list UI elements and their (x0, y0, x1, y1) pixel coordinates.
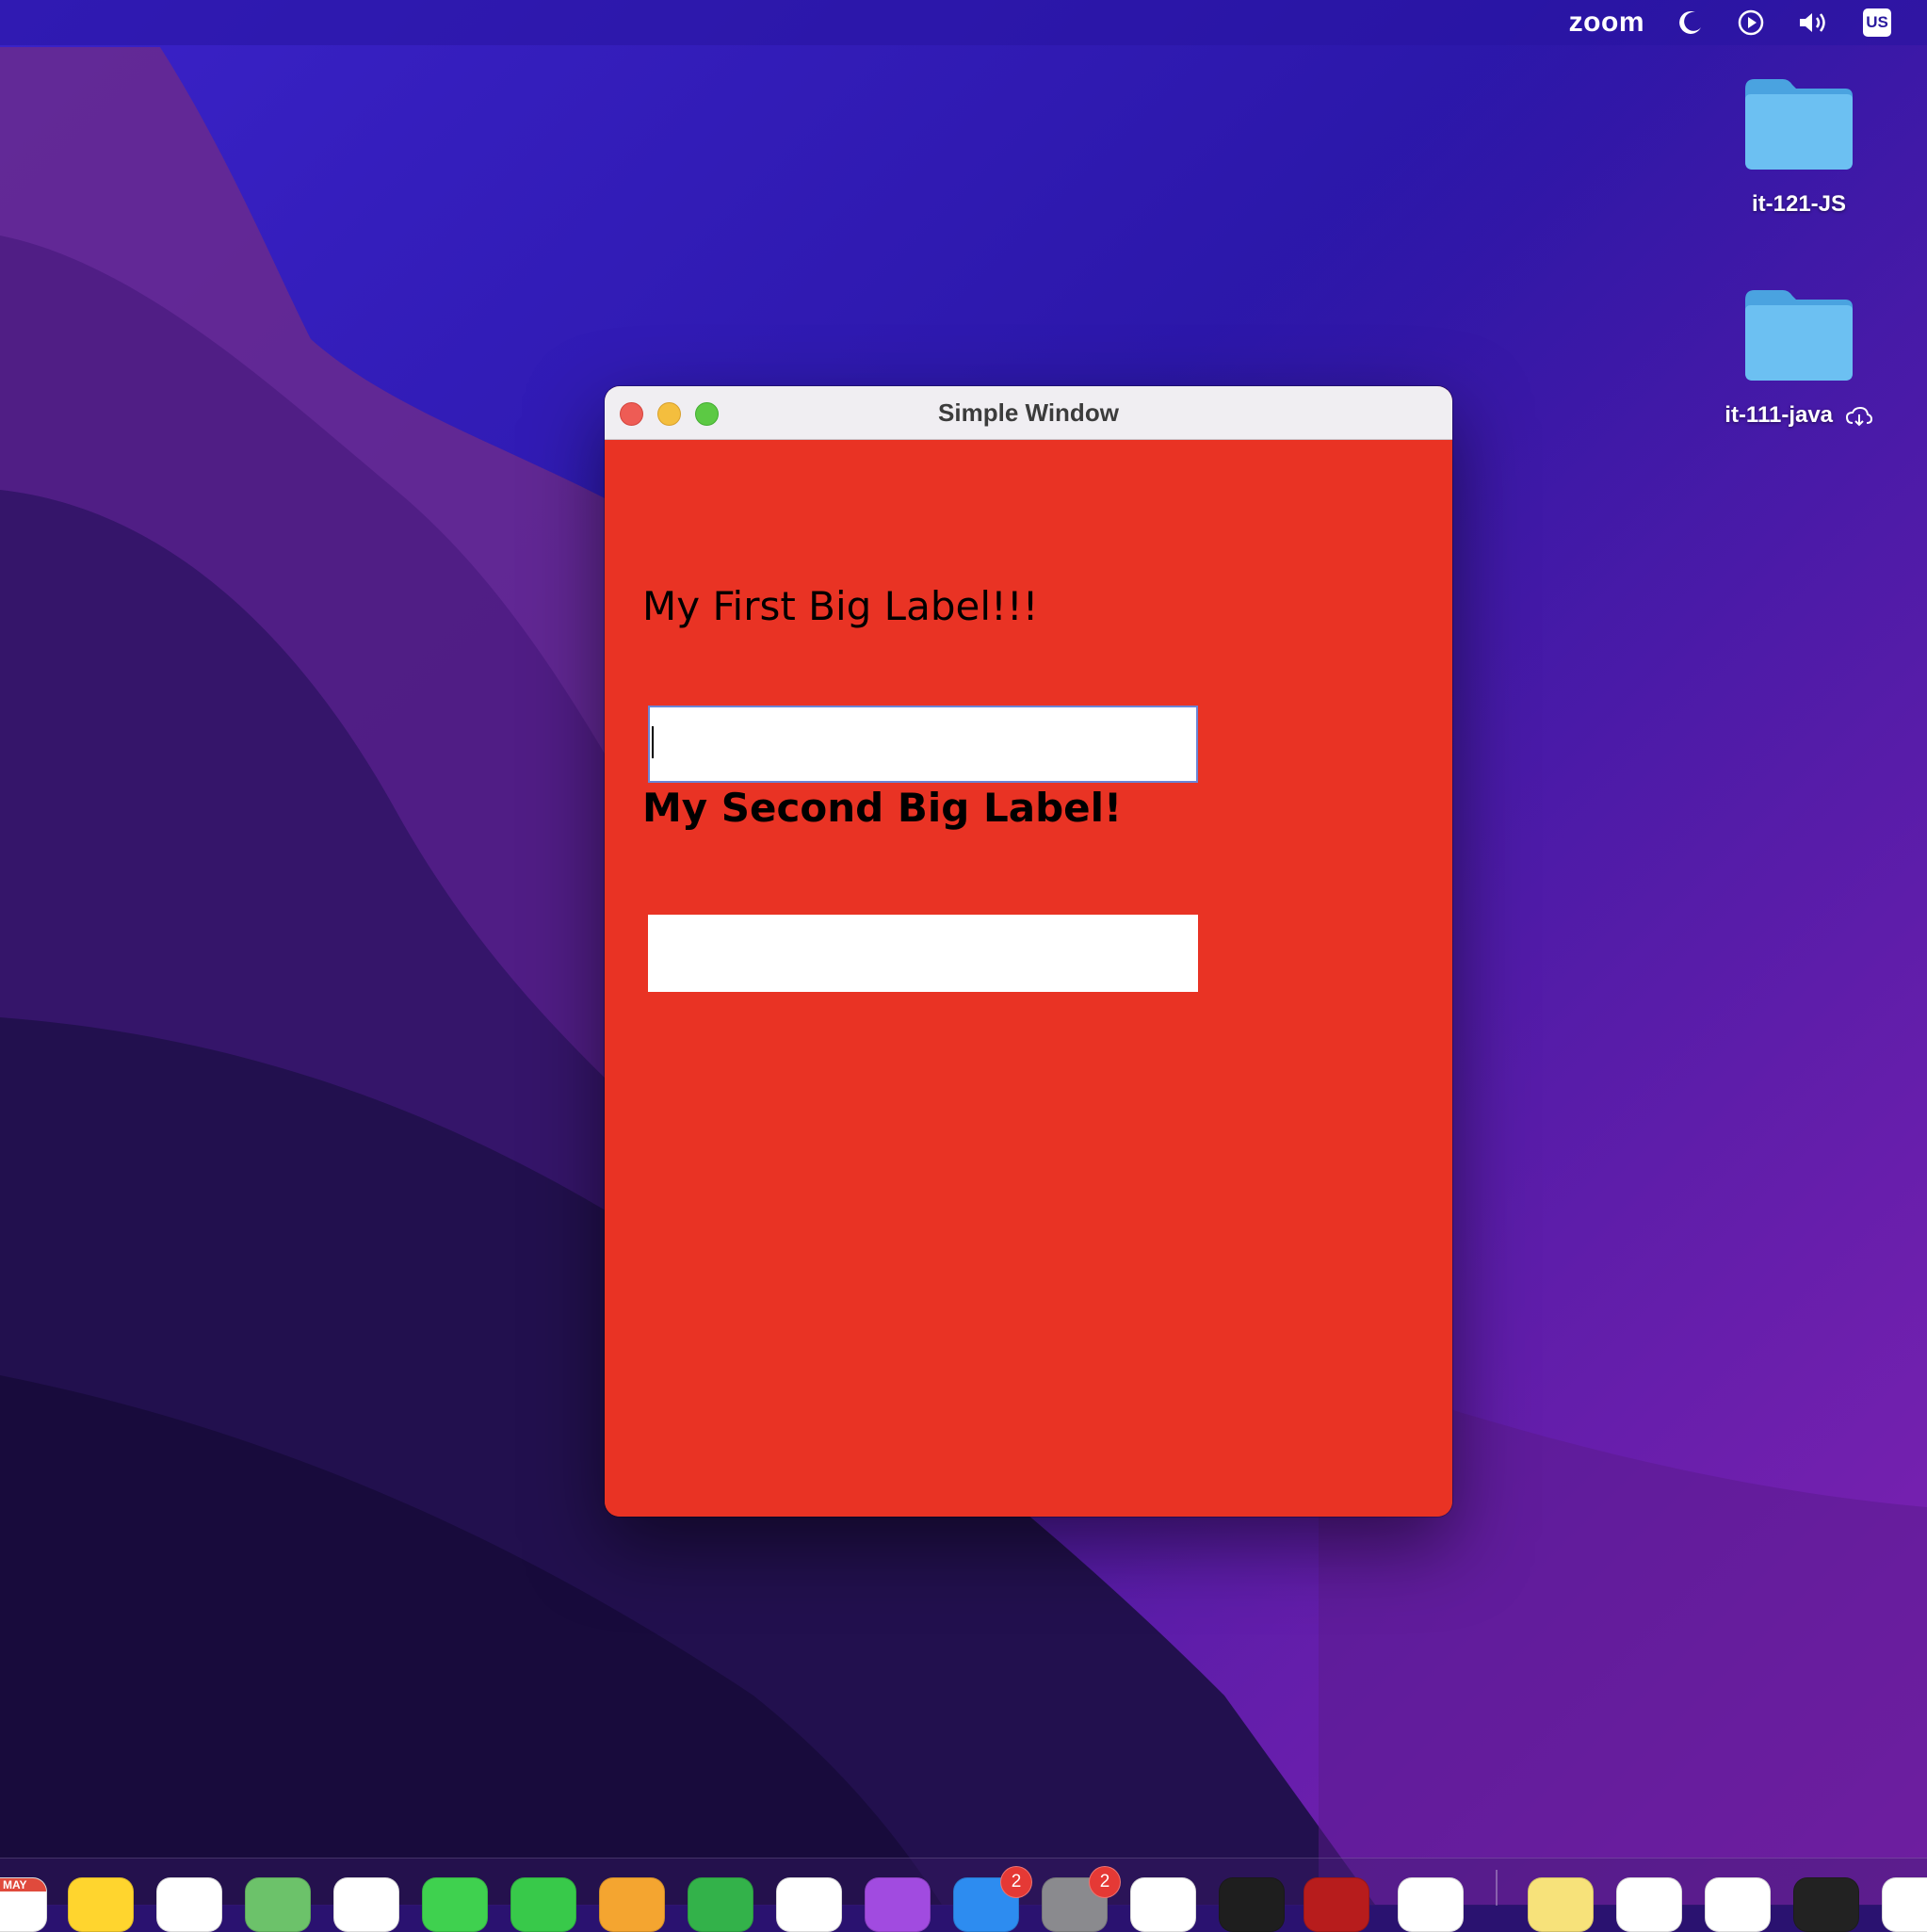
dock-app-powerpoint[interactable] (1705, 1877, 1771, 1932)
dock-app-podcasts[interactable] (865, 1877, 931, 1932)
simple-window: Simple Window My First Big Label!!! My S… (605, 386, 1452, 1517)
volume-icon[interactable] (1797, 0, 1831, 45)
cloud-download-icon (1845, 406, 1872, 427)
dock-app-calendar[interactable]: MAY (0, 1877, 47, 1932)
dock-app-numbers[interactable] (688, 1877, 753, 1932)
zoom-label: zoom (1568, 7, 1644, 38)
dock-app-reminders[interactable] (156, 1877, 222, 1932)
dock-app-terminal[interactable] (1219, 1877, 1285, 1932)
dock-app-word[interactable] (1616, 1877, 1682, 1932)
keyboard-layout-badge: US (1863, 8, 1891, 37)
dock-app-messages[interactable] (422, 1877, 488, 1932)
dock-app-photos[interactable] (333, 1877, 399, 1932)
window-title: Simple Window (938, 398, 1119, 427)
moon-icon[interactable] (1676, 0, 1705, 45)
folder-label: it-111-java (1725, 402, 1834, 428)
desktop-folder-it-121-js[interactable]: it-121-JS (1714, 75, 1884, 218)
calendar-month-label: MAY (3, 1878, 27, 1891)
calendar-header: MAY (0, 1878, 46, 1891)
play-circle-icon[interactable] (1737, 0, 1765, 45)
folder-icon (1745, 290, 1853, 381)
folder-label: it-121-JS (1751, 191, 1847, 217)
dock-app-maps[interactable] (245, 1877, 311, 1932)
first-big-label: My First Big Label!!! (642, 583, 1039, 629)
dock-app-notes[interactable] (68, 1877, 134, 1932)
zoom-menu-item[interactable]: zoom (1569, 0, 1644, 45)
dock-app-pages[interactable] (599, 1877, 665, 1932)
maximize-button[interactable] (695, 402, 719, 426)
dock-app-chrome[interactable] (1130, 1877, 1196, 1932)
second-text-field[interactable] (648, 915, 1198, 992)
dock-app-intellij[interactable] (1793, 1877, 1859, 1932)
dock-app-filezilla[interactable] (1304, 1877, 1369, 1932)
dock: MAY 2 2 (0, 1858, 1927, 1932)
menu-bar: zoom US (0, 0, 1927, 45)
text-caret (652, 726, 654, 758)
close-button[interactable] (620, 402, 643, 426)
dock-separator (1496, 1870, 1498, 1906)
desktop-folder-it-111-java[interactable]: it-111-java (1714, 286, 1884, 429)
dock-app-tasks[interactable] (1882, 1877, 1927, 1932)
dock-app-stickies[interactable] (1528, 1877, 1594, 1932)
window-title-bar[interactable]: Simple Window (605, 386, 1452, 440)
folder-label-row: it-111-java (1714, 402, 1884, 429)
dock-app-news[interactable] (776, 1877, 842, 1932)
first-text-field[interactable] (648, 706, 1198, 783)
dock-app-vscode[interactable] (1398, 1877, 1464, 1932)
window-content: My First Big Label!!! My Second Big Labe… (605, 440, 1452, 1517)
keyboard-layout-menu[interactable]: US (1863, 0, 1927, 45)
dock-badge: 2 (1089, 1866, 1121, 1898)
minimize-button[interactable] (657, 402, 681, 426)
dock-badge: 2 (1000, 1866, 1032, 1898)
dock-app-facetime[interactable] (510, 1877, 576, 1932)
folder-icon (1745, 79, 1853, 170)
second-big-label: My Second Big Label! (642, 785, 1123, 831)
